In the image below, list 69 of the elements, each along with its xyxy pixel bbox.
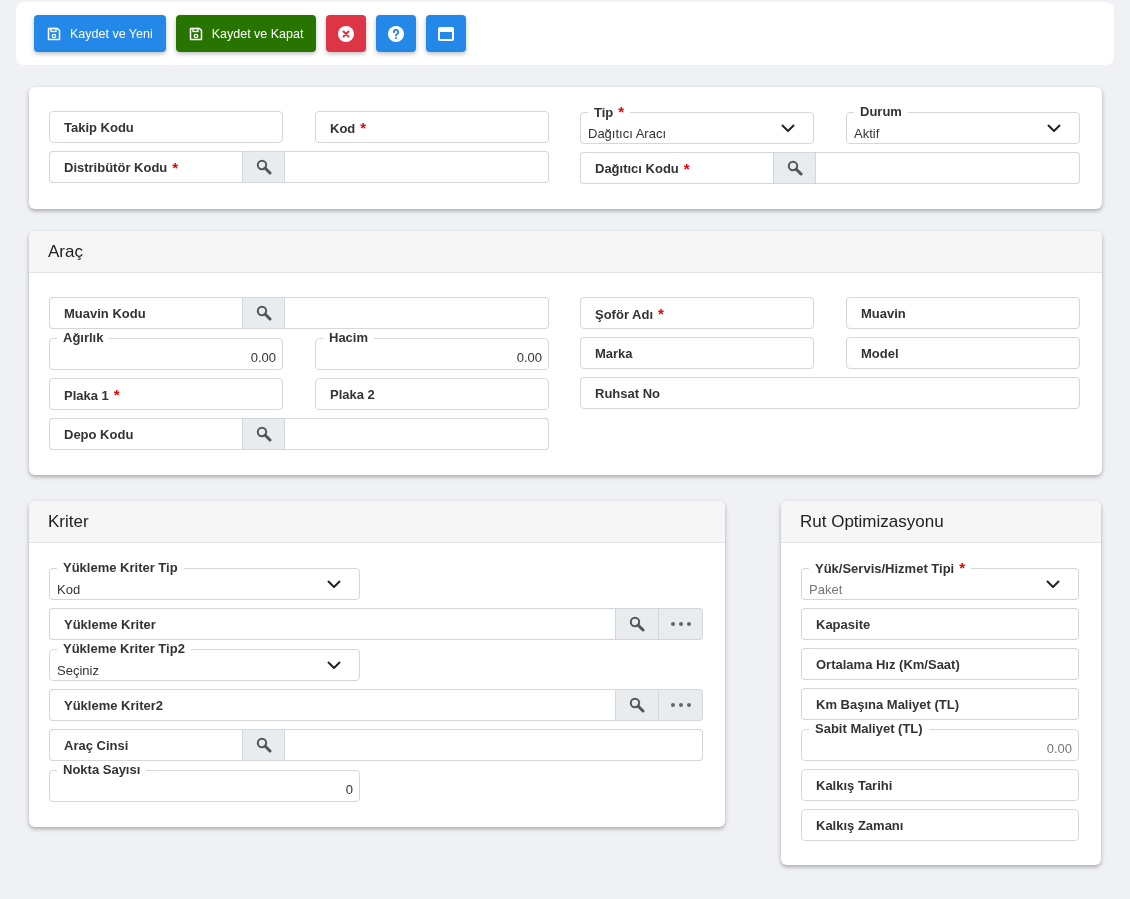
input-field[interactable]: Km Başına Maliyet (TL): [801, 688, 1079, 720]
section-title: Kriter: [29, 501, 725, 543]
chevron-down-icon: [327, 661, 341, 670]
field-label: Muavin Kodu: [49, 297, 242, 329]
input-field[interactable]: [816, 152, 1080, 184]
input-field[interactable]: Kapasite: [801, 608, 1079, 640]
search-icon: [629, 697, 645, 713]
chevron-down-icon: [1047, 124, 1061, 133]
input-field[interactable]: Plaka 1 *: [49, 378, 283, 410]
search-icon: [786, 160, 803, 176]
input-field[interactable]: [285, 297, 549, 329]
section-title: Rut Optimizasyonu: [781, 501, 1101, 543]
help-button[interactable]: [376, 15, 417, 52]
search-button[interactable]: [242, 418, 285, 450]
more-icon: [670, 703, 691, 707]
field-label: Yükleme Kriter2: [49, 689, 615, 721]
help-icon: [388, 25, 405, 42]
search-icon: [255, 305, 272, 321]
search-button[interactable]: [242, 297, 285, 329]
search-button[interactable]: [242, 729, 285, 761]
search-icon: [255, 426, 272, 442]
input-field[interactable]: Muavin: [846, 297, 1080, 329]
input-field[interactable]: Model: [846, 337, 1080, 369]
close-icon: [338, 25, 355, 42]
number-field[interactable]: Hacim 0.00: [315, 330, 549, 370]
window-icon: [438, 26, 455, 41]
input-field[interactable]: [285, 729, 703, 761]
number-field[interactable]: Nokta Sayısı 0: [49, 762, 360, 802]
input-field[interactable]: Marka: [580, 337, 814, 369]
section-title: Araç: [29, 231, 1102, 273]
cancel-button[interactable]: [326, 15, 367, 52]
number-field[interactable]: Ağırlık 0.00: [49, 330, 283, 370]
chevron-down-icon: [1046, 580, 1060, 589]
save-new-button[interactable]: Kaydet ve Yeni: [34, 15, 166, 52]
input-field[interactable]: Şoför Adı *: [580, 297, 814, 329]
input-field[interactable]: Plaka 2: [315, 378, 549, 410]
more-button[interactable]: [659, 608, 703, 640]
input-field[interactable]: [285, 151, 549, 183]
search-button[interactable]: [242, 151, 285, 183]
search-button[interactable]: [773, 152, 816, 184]
dropdown-field[interactable]: Tip * Dağıtıcı Aracı: [580, 104, 814, 144]
dropdown-field[interactable]: Durum Aktif: [846, 104, 1080, 144]
search-button[interactable]: [615, 608, 659, 640]
input-field[interactable]: Ortalama Hız (Km/Saat): [801, 648, 1079, 680]
save-close-button[interactable]: Kaydet ve Kapat: [175, 15, 317, 52]
input-field[interactable]: Ruhsat No: [580, 377, 1080, 409]
field-label: Depo Kodu: [49, 418, 242, 450]
more-button[interactable]: [659, 689, 703, 721]
field-label: Yükleme Kriter: [49, 608, 615, 640]
chevron-down-icon: [781, 124, 795, 133]
more-icon: [670, 622, 691, 626]
dropdown-field[interactable]: Yük/Servis/Hizmet Tipi * Paket: [801, 560, 1079, 600]
input-field[interactable]: [285, 418, 549, 450]
input-field[interactable]: Kalkış Zamanı: [801, 809, 1079, 841]
input-field[interactable]: Kalkış Tarihi: [801, 769, 1079, 801]
window-button[interactable]: [426, 15, 467, 52]
search-icon: [629, 616, 645, 632]
dropdown-field[interactable]: Yükleme Kriter Tip Kod: [49, 560, 360, 600]
field-label: Distribütör Kodu *: [49, 151, 242, 183]
field-label: Dağıtıcı Kodu *: [580, 152, 773, 184]
search-button[interactable]: [615, 689, 659, 721]
dropdown-field[interactable]: Yükleme Kriter Tip2 Seçiniz: [49, 641, 360, 681]
number-field[interactable]: Sabit Maliyet (TL) 0.00: [801, 721, 1079, 761]
chevron-down-icon: [327, 580, 341, 589]
search-icon: [255, 159, 272, 175]
field-label: Araç Cinsi: [49, 729, 242, 761]
input-field[interactable]: Takip Kodu: [49, 111, 283, 143]
input-field[interactable]: Kod *: [315, 111, 549, 143]
search-icon: [255, 737, 272, 753]
